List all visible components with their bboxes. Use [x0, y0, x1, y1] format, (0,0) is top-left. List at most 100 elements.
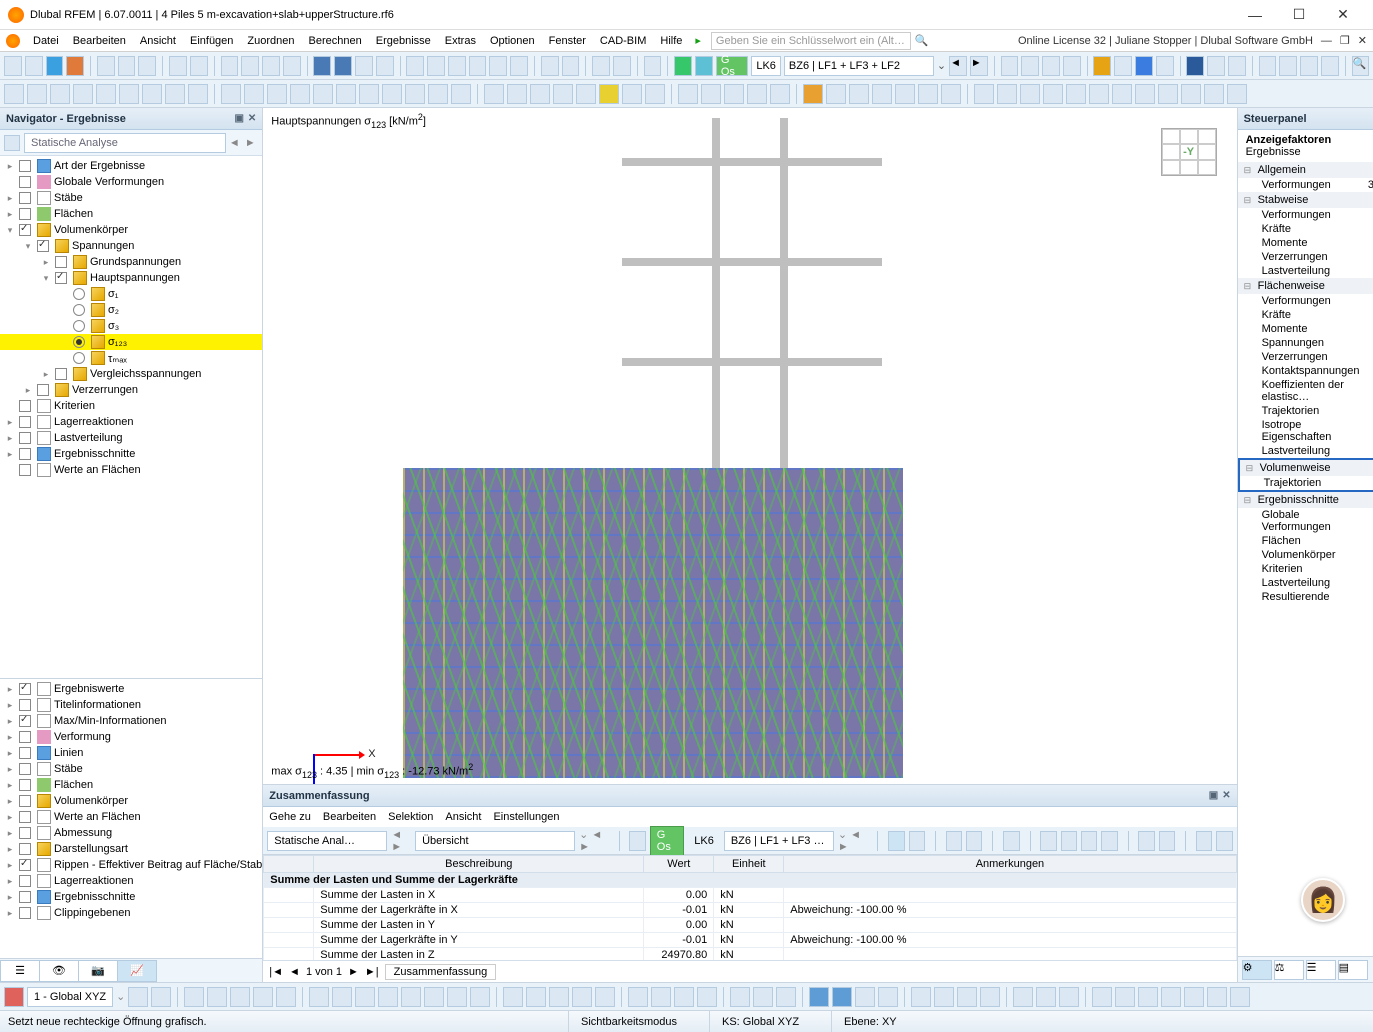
- next-filter-icon[interactable]: ►: [242, 137, 258, 149]
- t2-ao[interactable]: [974, 84, 994, 104]
- t2-aa[interactable]: [622, 84, 642, 104]
- analysis-type-select[interactable]: Statische Analyse: [24, 133, 226, 153]
- t2-d[interactable]: [73, 84, 93, 104]
- tb-calc2-icon[interactable]: [695, 56, 713, 76]
- cp-row[interactable]: Volumenkörper1.00: [1238, 548, 1373, 562]
- filter-icon[interactable]: [4, 135, 20, 151]
- t2-av[interactable]: [1135, 84, 1155, 104]
- display-node[interactable]: ▸Rippen - Effektiver Beitrag auf Fläche/…: [0, 857, 262, 873]
- cp-row[interactable]: Spannungen0.00: [1238, 336, 1373, 350]
- display-node[interactable]: ▸Flächen: [0, 777, 262, 793]
- t2-an[interactable]: [941, 84, 961, 104]
- tb-l[interactable]: [562, 56, 580, 76]
- menu-hilfe[interactable]: Hilfe: [653, 33, 689, 49]
- tb-z3[interactable]: [1300, 56, 1318, 76]
- cp-row[interactable]: Momente1.00: [1238, 236, 1373, 250]
- t2-h[interactable]: [165, 84, 185, 104]
- menu-einfügen[interactable]: Einfügen: [183, 33, 240, 49]
- t2-ad[interactable]: [701, 84, 721, 104]
- bt-t[interactable]: [595, 987, 615, 1007]
- tb-x[interactable]: [1207, 56, 1225, 76]
- tree-node[interactable]: ▾Spannungen: [0, 238, 262, 254]
- t2-am[interactable]: [918, 84, 938, 104]
- bt-r[interactable]: [549, 987, 569, 1007]
- t2-at[interactable]: [1089, 84, 1109, 104]
- cp-row[interactable]: Lastverteilung0.00: [1238, 444, 1373, 458]
- cp-row[interactable]: Koeffizienten der elastisc…0.00: [1238, 378, 1373, 404]
- display-tree[interactable]: ▸Ergebniswerte▸Titelinformationen▸Max/Mi…: [0, 679, 262, 958]
- tb-fire[interactable]: [66, 56, 84, 76]
- bt-as[interactable]: [1230, 987, 1250, 1007]
- cp-section-header[interactable]: ⊟Allgemein: [1238, 162, 1373, 178]
- tb-o[interactable]: [644, 56, 662, 76]
- pager-prev[interactable]: ◄: [289, 966, 300, 978]
- t2-aj[interactable]: [849, 84, 869, 104]
- bt-n[interactable]: [447, 987, 467, 1007]
- display-node[interactable]: ▸Darstellungsart: [0, 841, 262, 857]
- t2-v[interactable]: [507, 84, 527, 104]
- tb-undo[interactable]: [169, 56, 187, 76]
- cp-row[interactable]: Kontaktspannungen0.00: [1238, 364, 1373, 378]
- st-m[interactable]: [1196, 831, 1212, 851]
- display-node[interactable]: ▸Abmessung: [0, 825, 262, 841]
- t2-aw[interactable]: [1158, 84, 1178, 104]
- menu-datei[interactable]: Datei: [26, 33, 66, 49]
- mdi-minimize-icon[interactable]: —: [1321, 35, 1332, 47]
- bt-ar[interactable]: [1207, 987, 1227, 1007]
- bt-i[interactable]: [332, 987, 352, 1007]
- t2-af[interactable]: [747, 84, 767, 104]
- display-node[interactable]: ▸Werte an Flächen: [0, 809, 262, 825]
- bt-b[interactable]: [151, 987, 171, 1007]
- display-node[interactable]: ▸Titelinformationen: [0, 697, 262, 713]
- st-b[interactable]: [888, 831, 904, 851]
- display-node[interactable]: ▸Stäbe: [0, 761, 262, 777]
- st-i[interactable]: [1081, 831, 1097, 851]
- bt-a[interactable]: [128, 987, 148, 1007]
- st-c[interactable]: [909, 831, 925, 851]
- t2-q[interactable]: [382, 84, 402, 104]
- tb-save[interactable]: [97, 56, 115, 76]
- menu-ergebnisse[interactable]: Ergebnisse: [369, 33, 438, 49]
- t2-g[interactable]: [142, 84, 162, 104]
- bt-ao[interactable]: [1138, 987, 1158, 1007]
- cp-row[interactable]: Flächen1.00: [1238, 534, 1373, 548]
- pager-first[interactable]: |◄: [269, 966, 283, 978]
- tb-bz[interactable]: BZ6 | LF1 + LF3 + LF2: [784, 56, 934, 76]
- tb-y[interactable]: [1228, 56, 1246, 76]
- bt-g[interactable]: [276, 987, 296, 1007]
- menu-ansicht[interactable]: Ansicht: [133, 33, 183, 49]
- t2-e[interactable]: [96, 84, 116, 104]
- bt-z[interactable]: [753, 987, 773, 1007]
- t2-ab[interactable]: [645, 84, 665, 104]
- search-input[interactable]: Geben Sie ein Schlüsselwort ein (Alt…: [711, 32, 911, 50]
- bt-d[interactable]: [207, 987, 227, 1007]
- t2-l[interactable]: [267, 84, 287, 104]
- t2-o[interactable]: [336, 84, 356, 104]
- tree-node[interactable]: ▸Lagerreaktionen: [0, 414, 262, 430]
- tb-f[interactable]: [427, 56, 445, 76]
- tb-n[interactable]: [613, 56, 631, 76]
- nav-tab-eye[interactable]: 👁: [39, 960, 79, 982]
- cp-row[interactable]: Momente0.00: [1238, 322, 1373, 336]
- tb-saveall[interactable]: [118, 56, 136, 76]
- t2-ar[interactable]: [1043, 84, 1063, 104]
- t2-az[interactable]: [1227, 84, 1247, 104]
- display-node[interactable]: ▸Linien: [0, 745, 262, 761]
- bt-p[interactable]: [503, 987, 523, 1007]
- bt-ab[interactable]: [809, 987, 829, 1007]
- t2-n[interactable]: [313, 84, 333, 104]
- cp-section-header[interactable]: ⊟Volumenweise: [1240, 460, 1373, 476]
- cp-row[interactable]: Isotrope Eigenschaften0.00: [1238, 418, 1373, 444]
- display-node[interactable]: ▸Volumenkörper: [0, 793, 262, 809]
- display-node[interactable]: ▸Max/Min-Informationen: [0, 713, 262, 729]
- tree-node[interactable]: Globale Verformungen: [0, 174, 262, 190]
- bt-w[interactable]: [674, 987, 694, 1007]
- tb-h[interactable]: [469, 56, 487, 76]
- bt-al[interactable]: [1059, 987, 1079, 1007]
- bt-ac[interactable]: [832, 987, 852, 1007]
- bt-m[interactable]: [424, 987, 444, 1007]
- tb-j[interactable]: [510, 56, 528, 76]
- tb-z1[interactable]: [1259, 56, 1277, 76]
- bt-h[interactable]: [309, 987, 329, 1007]
- tb-a[interactable]: [221, 56, 239, 76]
